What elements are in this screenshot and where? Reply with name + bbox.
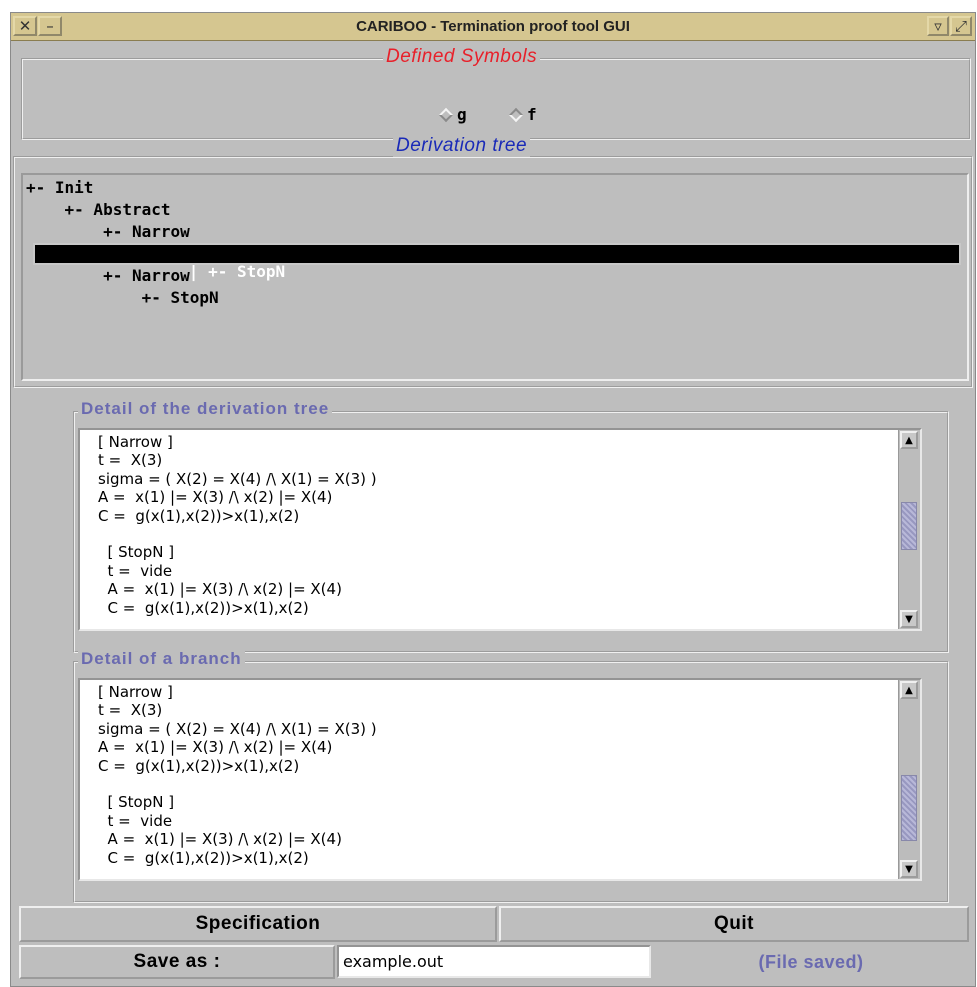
tree-node-narrow[interactable]: +- Narrow bbox=[26, 265, 190, 287]
scroll-down-icon[interactable]: ▼ bbox=[900, 860, 918, 878]
file-status: (File saved) bbox=[758, 951, 864, 972]
detail-branch-text[interactable]: [ Narrow ] t = X(3) sigma = ( X(2) = X(4… bbox=[78, 678, 922, 881]
radio-selected-icon bbox=[438, 107, 454, 122]
tree-node-stopn[interactable]: +- StopN bbox=[26, 287, 219, 309]
scroll-down-icon[interactable]: ▼ bbox=[900, 610, 918, 628]
detail-tree-legend: Detail of the derivation tree bbox=[78, 399, 333, 419]
derivation-tree-legend: Derivation tree bbox=[393, 135, 531, 157]
derivation-tree[interactable]: +- Init +- Abstract +- Narrow | +- StopN… bbox=[21, 173, 969, 381]
detail-tree-content: [ Narrow ] t = X(3) sigma = ( X(2) = X(4… bbox=[98, 433, 377, 617]
detail-branch-legend: Detail of a branch bbox=[78, 649, 245, 669]
quit-button[interactable]: Quit bbox=[499, 906, 969, 942]
detail-tree-scrollbar[interactable]: ▲ ▼ bbox=[898, 430, 920, 629]
radio-unselected-icon bbox=[508, 107, 524, 122]
scroll-up-icon[interactable]: ▲ bbox=[900, 681, 918, 699]
symbol-label-g: g bbox=[457, 105, 467, 124]
save-as-button[interactable]: Save as : bbox=[19, 945, 335, 979]
defined-symbols-frame bbox=[21, 58, 971, 140]
detail-branch-content: [ Narrow ] t = X(3) sigma = ( X(2) = X(4… bbox=[98, 683, 377, 867]
defined-symbols-legend: Defined Symbols bbox=[383, 46, 541, 68]
scroll-up-icon[interactable]: ▲ bbox=[900, 431, 918, 449]
symbol-label-f: f bbox=[527, 105, 537, 124]
tree-node-init[interactable]: +- Init bbox=[26, 177, 93, 199]
shade-icon[interactable]: ▿ bbox=[927, 16, 949, 36]
filename-input[interactable] bbox=[337, 945, 651, 978]
title-bar: ✕ – CARIBOO - Termination proof tool GUI… bbox=[11, 13, 975, 41]
detail-branch-scrollbar[interactable]: ▲ ▼ bbox=[898, 680, 920, 879]
detail-tree-text[interactable]: [ Narrow ] t = X(3) sigma = ( X(2) = X(4… bbox=[78, 428, 922, 631]
tree-node-stopn-selected[interactable]: | +- StopN bbox=[33, 243, 961, 281]
window-title: CARIBOO - Termination proof tool GUI bbox=[356, 18, 630, 35]
tree-node-abstract[interactable]: +- Abstract bbox=[26, 199, 171, 221]
symbol-radio-f[interactable]: f bbox=[508, 105, 537, 124]
maximize-icon[interactable]: ⤢ bbox=[950, 16, 972, 36]
specification-button[interactable]: Specification bbox=[19, 906, 497, 942]
symbol-radio-g[interactable]: g bbox=[438, 105, 467, 124]
scroll-thumb[interactable] bbox=[901, 502, 917, 550]
scroll-thumb[interactable] bbox=[901, 775, 917, 841]
tree-node-narrow[interactable]: +- Narrow bbox=[26, 221, 190, 243]
app-window: ✕ – CARIBOO - Termination proof tool GUI… bbox=[10, 12, 976, 987]
